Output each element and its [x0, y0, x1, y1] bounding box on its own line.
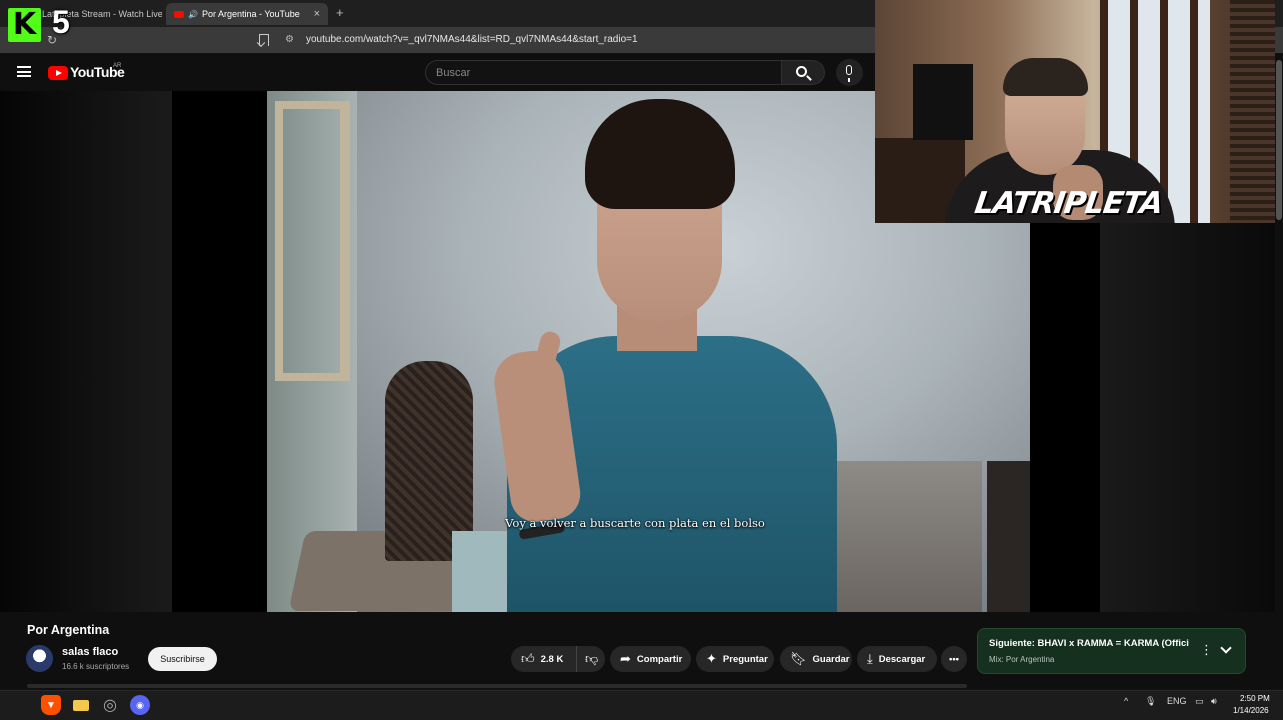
bookmark-save-icon: 🔖︎	[790, 651, 807, 666]
like-count: 2.8 K	[540, 653, 564, 665]
sparkle-icon: ✦	[706, 651, 717, 666]
speaker-icon[interactable]: 🔊	[188, 10, 198, 19]
volume-icon[interactable]: 🔊︎	[1211, 696, 1217, 707]
video-scene-furniture	[832, 461, 982, 612]
latripleta-logo: LATRIPLETA	[972, 186, 1165, 221]
kebab-menu-icon[interactable]: ⋮	[1200, 642, 1213, 658]
channel-name[interactable]: salas flaco	[62, 646, 118, 658]
search-placeholder: Buscar	[436, 67, 471, 79]
channel-avatar[interactable]	[26, 645, 53, 672]
thumbs-up-icon: 👍︎	[521, 651, 535, 666]
url-field[interactable]: youtube.com/watch?v=_qvl7NMAs44&list=RD_…	[306, 34, 638, 45]
video-title: Por Argentina	[27, 623, 110, 637]
site-info-icon[interactable]: ⚙	[285, 34, 294, 45]
new-tab-button[interactable]: +	[336, 5, 344, 20]
clock-date[interactable]: 1/14/2026	[1233, 706, 1269, 715]
windows-start-icon[interactable]	[12, 697, 28, 713]
ask-label: Preguntar	[722, 653, 768, 665]
video-ambient-left	[0, 91, 172, 612]
tab-por-argentina[interactable]: 🔊 Por Argentina - YouTube ×	[166, 3, 328, 25]
page-scrollbar-thumb[interactable]	[1276, 60, 1282, 220]
save-button[interactable]: 🔖︎ Guardar	[780, 646, 852, 672]
thumbs-down-icon: 👎︎	[585, 651, 599, 666]
ask-button[interactable]: ✦ Preguntar	[696, 646, 774, 672]
region-code: AR	[113, 63, 122, 69]
streamer-webcam: LATRIPLETA	[875, 0, 1275, 223]
network-icon[interactable]: ▭	[1195, 696, 1204, 707]
search-icon	[796, 66, 807, 77]
chevron-down-icon[interactable]	[1220, 642, 1232, 654]
language-indicator[interactable]: ENG	[1167, 696, 1187, 706]
download-label: Descargar	[878, 653, 926, 665]
brave-browser-icon[interactable]: ▼	[41, 695, 61, 715]
browser-app-icon[interactable]: ◎	[100, 695, 120, 715]
search-input[interactable]: Buscar	[425, 60, 782, 85]
save-label: Guardar	[812, 653, 850, 665]
streamer-hair	[1003, 58, 1088, 96]
microphone-icon	[846, 65, 852, 82]
share-label: Compartir	[636, 653, 683, 665]
download-icon: ⤓	[867, 651, 873, 666]
tab-label: Por Argentina - YouTube	[201, 9, 300, 19]
subscribe-button[interactable]: Suscribirse	[148, 647, 217, 671]
up-next-playlist: Mix: Por Argentina	[989, 655, 1055, 664]
close-tab-icon[interactable]: ×	[314, 8, 320, 20]
tray-microphone-icon[interactable]: 🎙︎	[1145, 696, 1156, 707]
bookmark-icon[interactable]	[259, 34, 269, 46]
video-scene-door	[275, 101, 350, 381]
webcam-tv	[913, 64, 973, 140]
video-subtitle: Voy a volver a buscarte con plata en el …	[505, 516, 765, 530]
windows-taskbar	[0, 690, 1283, 720]
kick-logo: K	[8, 8, 41, 42]
more-horizontal-icon: •••	[949, 653, 959, 665]
search-button[interactable]	[782, 60, 825, 85]
dislike-button[interactable]: 👎︎	[576, 646, 605, 672]
up-next-title: Siguiente: BHAVI x RAMMA = KARMA (Offici…	[989, 638, 1189, 649]
tray-overflow-icon[interactable]: ^	[1124, 696, 1128, 706]
share-icon: ➦	[620, 651, 631, 666]
refresh-icon[interactable]: ↻	[47, 33, 57, 47]
share-button[interactable]: ➦ Compartir	[610, 646, 691, 672]
voice-search-button[interactable]	[836, 59, 863, 86]
webcam-blinds	[1230, 0, 1275, 223]
subscriber-count: 16.6 k suscriptores	[62, 662, 130, 671]
download-button[interactable]: ⤓ Descargar	[857, 646, 937, 672]
like-button[interactable]: 👍︎ 2.8 K	[511, 646, 576, 672]
screen: Latripleta Stream - Watch Live o 🔊 Por A…	[0, 0, 1283, 720]
clock-time[interactable]: 2:50 PM	[1240, 694, 1270, 703]
youtube-logo-icon[interactable]	[48, 66, 68, 80]
video-person-hair	[585, 99, 735, 209]
more-actions-button[interactable]: •••	[941, 646, 967, 672]
horizontal-scrollbar[interactable]	[27, 684, 967, 688]
letterbox-left	[172, 91, 267, 612]
up-next-card[interactable]: Siguiente: BHAVI x RAMMA = KARMA (Offici…	[977, 628, 1246, 674]
file-explorer-icon[interactable]	[71, 695, 91, 715]
video-scene-edge	[987, 461, 1030, 612]
hamburger-menu-icon[interactable]	[17, 66, 31, 77]
youtube-favicon-icon	[174, 10, 184, 18]
discord-icon[interactable]: ◉	[130, 695, 150, 715]
